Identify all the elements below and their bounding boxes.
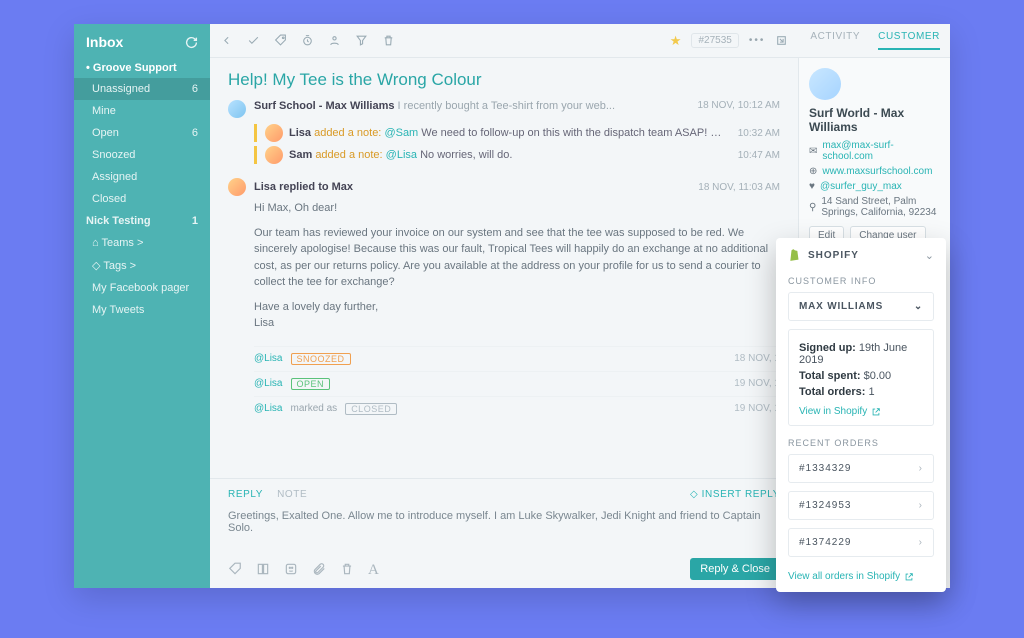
- tab-customer[interactable]: CUSTOMER: [878, 31, 940, 50]
- order-row[interactable]: #1334329›: [788, 454, 934, 483]
- clock-icon[interactable]: [301, 34, 314, 47]
- status-log: @Lisa SNOOZED 18 NOV, 1 @Lisa OPEN 19 NO…: [228, 346, 780, 421]
- customer-twitter[interactable]: @surfer_guy_max: [820, 181, 902, 192]
- sidebar-item-teams[interactable]: ⌂ Teams >: [74, 232, 210, 254]
- tag-icon[interactable]: [228, 562, 242, 576]
- customer-email[interactable]: max@max-surf-school.com: [822, 140, 940, 162]
- insert-reply[interactable]: ◇ INSERT REPLY: [690, 489, 780, 500]
- collapse-icon[interactable]: ⌄: [925, 249, 934, 262]
- send-button[interactable]: Reply & Close: [690, 558, 780, 580]
- sidebar-item-unassigned[interactable]: Unassigned6: [74, 78, 210, 100]
- delete-draft-icon[interactable]: [340, 562, 354, 576]
- chevron-right-icon: ›: [919, 463, 923, 474]
- format-icon[interactable]: A: [368, 562, 382, 576]
- mail-icon: ✉: [809, 146, 817, 157]
- refresh-icon[interactable]: [185, 36, 198, 49]
- compose-tab-reply[interactable]: REPLY: [228, 489, 263, 500]
- status-badge: SNOOZED: [291, 353, 351, 365]
- star-icon[interactable]: ★: [670, 33, 682, 49]
- sidebar-item-nick-testing[interactable]: Nick Testing1: [74, 210, 210, 232]
- globe-icon: ⊕: [809, 166, 817, 177]
- chevron-right-icon: ›: [919, 537, 923, 548]
- status-row: @Lisa SNOOZED 18 NOV, 1: [254, 346, 780, 371]
- internal-note[interactable]: Sam added a note: @Lisa No worries, will…: [254, 146, 780, 164]
- external-link-icon: [871, 407, 881, 417]
- compose-textarea[interactable]: Greetings, Exalted One. Allow me to intr…: [228, 500, 780, 552]
- tab-activity[interactable]: ACTIVITY: [810, 31, 860, 50]
- chevron-right-icon: ›: [919, 500, 923, 511]
- compose-tab-note[interactable]: NOTE: [277, 489, 307, 500]
- reply-body: Hi Max, Oh dear! Our team has reviewed y…: [254, 200, 780, 332]
- emoji-icon[interactable]: [284, 562, 298, 576]
- customer-avatar: [809, 68, 841, 100]
- shopify-title: SHOPIFY: [808, 250, 859, 261]
- sidebar-item-tags[interactable]: ◇ Tags >: [74, 254, 210, 277]
- chevron-down-icon: ⌄: [914, 301, 923, 312]
- view-all-orders[interactable]: View all orders in Shopify: [788, 571, 914, 582]
- conversation-pane: Help! My Tee is the Wrong Colour Surf Sc…: [210, 58, 798, 588]
- shopify-panel: SHOPIFY ⌄ CUSTOMER INFO MAX WILLIAMS⌄ Si…: [776, 238, 946, 592]
- shopify-logo-icon: [788, 248, 802, 262]
- sidebar-item-mine[interactable]: Mine: [74, 100, 210, 122]
- shopify-customer-details: Signed up: 19th June 2019 Total spent: $…: [788, 329, 934, 426]
- internal-note[interactable]: Lisa added a note: @Sam We need to follo…: [254, 124, 780, 142]
- view-in-shopify[interactable]: View in Shopify: [799, 406, 881, 417]
- canned-reply-icon[interactable]: [256, 562, 270, 576]
- tag-icon[interactable]: [274, 34, 287, 47]
- message-row[interactable]: Surf School - Max Williams I recently bo…: [228, 100, 780, 118]
- sidebar-item-open[interactable]: Open6: [74, 122, 210, 144]
- filter-icon[interactable]: [355, 34, 368, 47]
- ticket-number[interactable]: #27535: [691, 33, 738, 48]
- sidebar: Inbox • Groove Support Unassigned6 Mine …: [74, 24, 210, 588]
- ticket-subject: Help! My Tee is the Wrong Colour: [228, 70, 780, 90]
- avatar: [228, 100, 246, 118]
- section-recent-orders: RECENT ORDERS: [776, 434, 946, 454]
- reply-header-row[interactable]: Lisa replied to Max 18 NOV, 11:03 AM: [228, 178, 780, 196]
- sidebar-item-tweets[interactable]: My Tweets: [74, 299, 210, 321]
- more-icon[interactable]: •••: [749, 35, 766, 46]
- assign-icon[interactable]: [328, 34, 341, 47]
- toolbar: ★ #27535 ••• ACTIVITY CUSTOMER: [210, 24, 950, 58]
- order-row[interactable]: #1324953›: [788, 491, 934, 520]
- customer-address: 14 Sand Street, Palm Springs, California…: [821, 196, 940, 218]
- pin-icon: ⚲: [809, 202, 816, 213]
- order-row[interactable]: #1374229›: [788, 528, 934, 557]
- status-badge: CLOSED: [345, 403, 397, 415]
- customer-website[interactable]: www.maxsurfschool.com: [822, 166, 932, 177]
- sidebar-item-assigned[interactable]: Assigned: [74, 166, 210, 188]
- message-time: 18 NOV, 10:12 AM: [698, 100, 780, 118]
- sidebar-item-snoozed[interactable]: Snoozed: [74, 144, 210, 166]
- expand-icon[interactable]: [775, 34, 788, 47]
- check-icon[interactable]: [247, 34, 260, 47]
- compose-area: REPLY NOTE ◇ INSERT REPLY Greetings, Exa…: [210, 478, 798, 588]
- avatar: [265, 146, 283, 164]
- trash-icon[interactable]: [382, 34, 395, 47]
- message-preview: Surf School - Max Williams I recently bo…: [254, 100, 680, 118]
- external-link-icon: [904, 572, 914, 582]
- status-badge: OPEN: [291, 378, 331, 390]
- sidebar-title: Inbox: [86, 34, 123, 50]
- shopify-customer-select[interactable]: MAX WILLIAMS⌄: [788, 292, 934, 321]
- avatar: [265, 124, 283, 142]
- sidebar-item-facebook[interactable]: My Facebook pager: [74, 277, 210, 299]
- avatar: [228, 178, 246, 196]
- attach-icon[interactable]: [312, 562, 326, 576]
- customer-name: Surf World - Max Williams: [809, 106, 940, 134]
- section-customer-info: CUSTOMER INFO: [776, 272, 946, 292]
- status-row: @Lisa OPEN 19 NOV, 1: [254, 371, 780, 396]
- back-icon[interactable]: [220, 34, 233, 47]
- status-row: @Lisa marked as CLOSED 19 NOV, 1: [254, 396, 780, 421]
- sidebar-group[interactable]: • Groove Support: [74, 58, 210, 78]
- sidebar-item-closed[interactable]: Closed: [74, 188, 210, 210]
- twitter-icon: ♥: [809, 181, 815, 192]
